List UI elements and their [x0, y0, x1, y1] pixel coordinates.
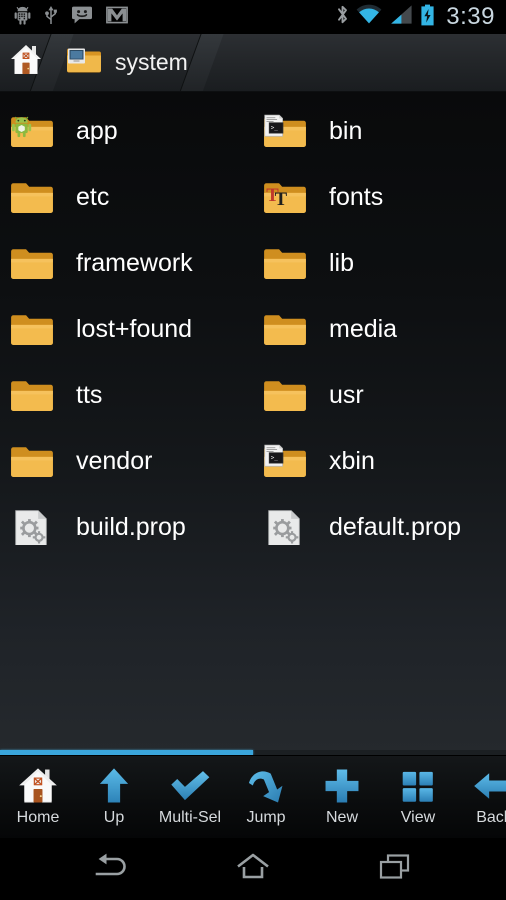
- toolbar-button-label: New: [325, 809, 358, 826]
- file-grid-item[interactable]: lost+found: [0, 296, 253, 362]
- toolbar-button-new[interactable]: New: [304, 756, 380, 838]
- nav-back-icon: [91, 852, 131, 887]
- file-grid-item[interactable]: tts: [0, 362, 253, 428]
- grid-view-icon: [398, 764, 438, 808]
- file-grid-item[interactable]: lib: [253, 230, 506, 296]
- gmail-icon: [106, 6, 128, 29]
- file-name-label: xbin: [329, 448, 375, 474]
- nav-recents-button[interactable]: [355, 838, 435, 900]
- toolbar-button-label: Jump: [246, 809, 286, 826]
- toolbar-button-label: Up: [103, 809, 125, 826]
- folder-icon: [10, 371, 62, 419]
- toolbar-button-label: Back: [476, 809, 506, 826]
- folder-icon: [10, 173, 62, 221]
- folder-icon: [263, 305, 315, 353]
- status-bar-right-icons: 3:39: [336, 4, 506, 31]
- file-name-label: lost+found: [76, 316, 193, 342]
- folder-android-icon: [10, 107, 62, 155]
- status-bar-left-icons: [0, 5, 128, 30]
- folder-icon: [10, 305, 62, 353]
- checkmark-icon: [168, 764, 212, 808]
- folder-font-icon: TT: [263, 173, 315, 221]
- plus-icon: [322, 764, 362, 808]
- bottom-toolbar[interactable]: Home Up Multi-Sel Jump New View Back: [0, 755, 506, 838]
- file-grid-item[interactable]: media: [253, 296, 506, 362]
- folder-icon: [10, 239, 62, 287]
- bluetooth-icon: [336, 4, 349, 30]
- file-grid-item[interactable]: framework: [0, 230, 253, 296]
- arrow-up-icon: [94, 764, 134, 808]
- folder-icon: [10, 437, 62, 485]
- file-name-label: media: [329, 316, 398, 342]
- home-house-icon: [18, 764, 58, 808]
- file-grid-item[interactable]: build.prop: [0, 494, 253, 560]
- file-name-label: vendor: [76, 448, 153, 474]
- curved-arrow-icon: [246, 764, 286, 808]
- folder-terminal-icon: >_: [263, 107, 315, 155]
- toolbar-button-back[interactable]: Back: [456, 756, 506, 838]
- nav-back-button[interactable]: [71, 838, 151, 900]
- folder-terminal-icon: >_: [263, 437, 315, 485]
- nav-recents-icon: [377, 852, 413, 887]
- file-grid-item[interactable]: default.prop: [253, 494, 506, 560]
- android-debug-icon: [14, 5, 31, 30]
- file-name-label: build.prop: [76, 514, 186, 540]
- android-navigation-bar[interactable]: [0, 838, 506, 900]
- status-bar-clock: 3:39: [446, 3, 495, 30]
- file-name-label: bin: [329, 118, 363, 144]
- file-name-label: fonts: [329, 184, 384, 210]
- file-grid-item[interactable]: app: [0, 98, 253, 164]
- android-file-manager-screen: 3:39 system app >_ bin etc T T fonts fra…: [0, 0, 506, 900]
- file-grid-item[interactable]: vendor: [0, 428, 253, 494]
- file-name-label: usr: [329, 382, 364, 408]
- file-grid-item[interactable]: >_ bin: [253, 98, 506, 164]
- file-grid-item[interactable]: usr: [253, 362, 506, 428]
- file-grid: app >_ bin etc T T fonts framework lib lost+found…: [0, 92, 506, 560]
- file-grid-item[interactable]: T T fonts: [253, 164, 506, 230]
- file-name-label: framework: [76, 250, 193, 276]
- svg-text:>_: >_: [271, 125, 279, 132]
- wifi-icon: [356, 4, 382, 30]
- toolbar-button-up[interactable]: Up: [76, 756, 152, 838]
- toolbar-button-label: Home: [16, 809, 60, 826]
- home-icon: [10, 43, 42, 82]
- toolbar-button-label: View: [400, 809, 436, 826]
- file-config-icon: [10, 503, 62, 551]
- toolbar-button-view[interactable]: View: [380, 756, 456, 838]
- file-list-area: app >_ bin etc T T fonts framework lib lost+found…: [0, 92, 506, 752]
- file-name-label: default.prop: [329, 514, 462, 540]
- file-name-label: lib: [329, 250, 355, 276]
- file-name-label: etc: [76, 184, 110, 210]
- breadcrumb-label: system: [115, 49, 188, 75]
- breadcrumb-item-home[interactable]: [0, 34, 52, 91]
- breadcrumb-item-system[interactable]: system: [52, 34, 202, 91]
- cell-signal-icon: [389, 4, 413, 30]
- toolbar-button-multi-sel[interactable]: Multi-Sel: [152, 756, 228, 838]
- file-name-label: tts: [76, 382, 103, 408]
- usb-icon: [44, 5, 58, 30]
- file-name-label: app: [76, 118, 118, 144]
- toolbar-button-home[interactable]: Home: [0, 756, 76, 838]
- file-grid-item[interactable]: >_ xbin: [253, 428, 506, 494]
- breadcrumb[interactable]: system: [0, 34, 506, 92]
- file-config-icon: [263, 503, 315, 551]
- folder-icon: [263, 371, 315, 419]
- folder-icon: [263, 239, 315, 287]
- status-bar: 3:39: [0, 0, 506, 34]
- arrow-left-icon: [472, 764, 506, 808]
- battery-charging-icon: [420, 4, 435, 31]
- toolbar-button-jump[interactable]: Jump: [228, 756, 304, 838]
- svg-text:T: T: [275, 189, 288, 210]
- toolbar-button-label: Multi-Sel: [158, 809, 222, 826]
- svg-text:>_: >_: [271, 455, 279, 462]
- folder-system-icon: [66, 45, 103, 80]
- nav-home-icon: [233, 852, 273, 887]
- sms-icon: [71, 6, 93, 29]
- file-grid-item[interactable]: etc: [0, 164, 253, 230]
- nav-home-button[interactable]: [213, 838, 293, 900]
